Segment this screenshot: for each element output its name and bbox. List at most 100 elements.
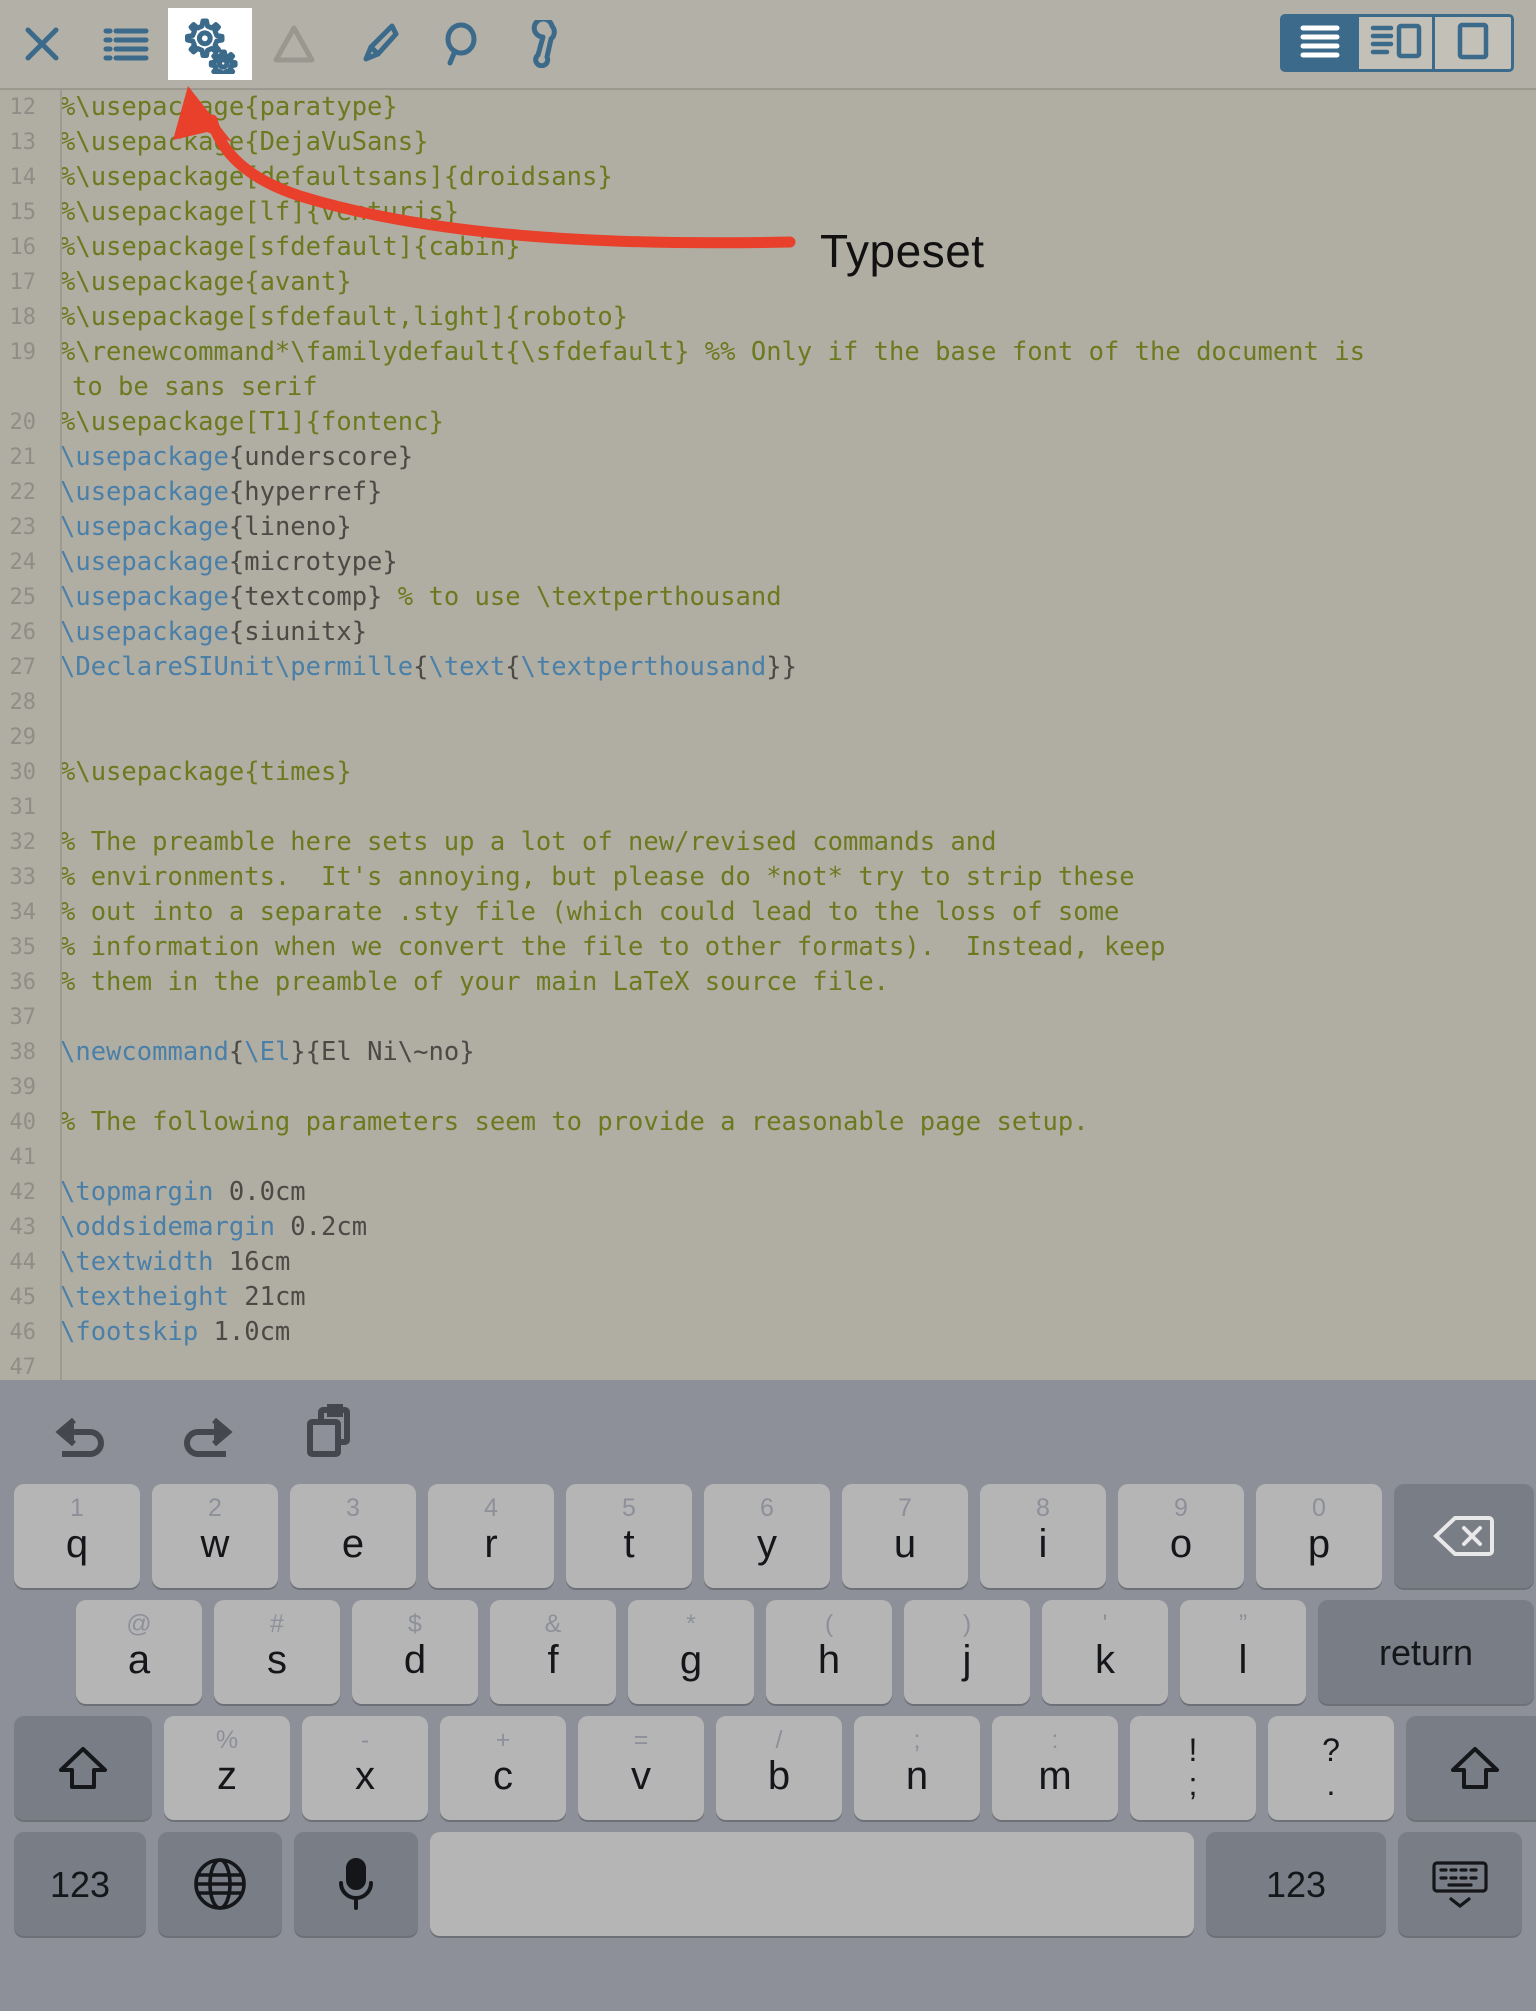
line-content[interactable]: \usepackage{microtype} [48, 545, 398, 580]
code-line[interactable]: 17 %\usepackage{avant} [0, 265, 1536, 300]
key-r[interactable]: 4r [428, 1484, 554, 1588]
line-content[interactable]: %\usepackage[lf]{venturis} [48, 195, 459, 230]
code-line[interactable]: 13 %\usepackage{DejaVuSans} [0, 125, 1536, 160]
split-layout-button[interactable] [1359, 17, 1435, 69]
line-content[interactable]: %\usepackage[T1]{fontenc} [48, 405, 444, 440]
line-content[interactable]: \DeclareSIUnit\permille{\text{\textperth… [48, 650, 797, 685]
line-content[interactable]: %\usepackage{DejaVuSans} [48, 125, 428, 160]
line-content[interactable]: % information when we convert the file t… [48, 930, 1165, 965]
line-content[interactable]: %\usepackage{paratype} [48, 90, 398, 125]
code-line[interactable]: 40 % The following parameters seem to pro… [0, 1105, 1536, 1140]
key-u[interactable]: 7u [842, 1484, 968, 1588]
code-line[interactable]: 28 [0, 685, 1536, 720]
redo-button[interactable] [164, 1394, 248, 1470]
line-content[interactable]: % The preamble here sets up a lot of new… [48, 825, 997, 860]
code-line[interactable]: 38 \newcommand{\El}{El Ni\~no} [0, 1035, 1536, 1070]
undo-button[interactable] [40, 1394, 124, 1470]
code-line[interactable]: 21 \usepackage{underscore} [0, 440, 1536, 475]
globe-key[interactable] [158, 1832, 282, 1936]
keyboard-row-4[interactable]: 123 123 [8, 1832, 1528, 1936]
keyboard-row-3[interactable]: % z - x + c = v / b; n: m!;?. [8, 1716, 1536, 1820]
code-line[interactable]: 27 \DeclareSIUnit\permille{\text{\textper… [0, 650, 1536, 685]
code-line[interactable]: 16 %\usepackage[sfdefault]{cabin} [0, 230, 1536, 265]
line-content[interactable]: \textheight 21cm [48, 1280, 306, 1315]
line-content[interactable]: % out into a separate .sty file (which c… [48, 895, 1119, 930]
code-line[interactable]: 26 \usepackage{siunitx} [0, 615, 1536, 650]
line-content[interactable]: \footskip 1.0cm [48, 1315, 290, 1350]
key-p[interactable]: 0p [1256, 1484, 1382, 1588]
code-editor[interactable]: 12 %\usepackage{paratype} 13 %\usepackage{D… [0, 90, 1536, 1380]
space-key[interactable] [430, 1832, 1194, 1936]
line-content[interactable]: % The following parameters seem to provi… [48, 1105, 1089, 1140]
key-e[interactable]: 3e [290, 1484, 416, 1588]
code-line[interactable]: 43 \oddsidemargin 0.2cm [0, 1210, 1536, 1245]
code-line[interactable]: 19 %\renewcommand*\familydefault{\sfdefau… [0, 335, 1536, 370]
code-line[interactable]: 12 %\usepackage{paratype} [0, 90, 1536, 125]
shift-left-key[interactable] [14, 1716, 152, 1820]
key-s[interactable]: # s [214, 1600, 340, 1704]
hide-keyboard-key[interactable] [1398, 1832, 1522, 1936]
key-o[interactable]: 9o [1118, 1484, 1244, 1588]
code-line[interactable]: 15 %\usepackage[lf]{venturis} [0, 195, 1536, 230]
typeset-button[interactable] [168, 8, 252, 80]
microphone-key[interactable] [294, 1832, 418, 1936]
clean-button[interactable] [336, 0, 420, 89]
line-content[interactable]: \usepackage{siunitx} [48, 615, 367, 650]
key-m[interactable]: :m [992, 1716, 1118, 1820]
key-?.[interactable]: ?. [1268, 1716, 1394, 1820]
key-c[interactable]: + c [440, 1716, 566, 1820]
line-content[interactable]: \usepackage{lineno} [48, 510, 352, 545]
code-line[interactable]: 25 \usepackage{textcomp} % to use \textpe… [0, 580, 1536, 615]
key-w[interactable]: 2w [152, 1484, 278, 1588]
code-line[interactable]: 35 % information when we convert the file… [0, 930, 1536, 965]
code-line-wrapped[interactable]: to be sans serif [0, 370, 1536, 405]
code-line[interactable]: 45 \textheight 21cm [0, 1280, 1536, 1315]
key-z[interactable]: % z [164, 1716, 290, 1820]
code-line[interactable]: 20 %\usepackage[T1]{fontenc} [0, 405, 1536, 440]
key-k[interactable]: ' k [1042, 1600, 1168, 1704]
key-x[interactable]: -x [302, 1716, 428, 1820]
code-line[interactable]: 36 % them in the preamble of your main La… [0, 965, 1536, 1000]
line-content[interactable]: % them in the preamble of your main LaTe… [48, 965, 889, 1000]
key-a[interactable]: @ a [76, 1600, 202, 1704]
code-line[interactable]: 46 \footskip 1.0cm [0, 1315, 1536, 1350]
backspace-key[interactable] [1394, 1484, 1534, 1588]
key-t[interactable]: 5t [566, 1484, 692, 1588]
key-b[interactable]: / b [716, 1716, 842, 1820]
line-content[interactable]: % environments. It's annoying, but pleas… [48, 860, 1135, 895]
code-line[interactable]: 22 \usepackage{hyperref} [0, 475, 1536, 510]
line-content[interactable]: %\usepackage[defaultsans]{droidsans} [48, 160, 613, 195]
code-line[interactable]: 47 [0, 1350, 1536, 1380]
shift-right-key[interactable] [1406, 1716, 1536, 1820]
key-l[interactable]: ” l [1180, 1600, 1306, 1704]
key-y[interactable]: 6y [704, 1484, 830, 1588]
line-content[interactable]: %\usepackage{avant} [48, 265, 352, 300]
code-line[interactable]: 31 [0, 790, 1536, 825]
line-content[interactable]: \topmargin 0.0cm [48, 1175, 306, 1210]
line-content[interactable]: \newcommand{\El}{El Ni\~no} [48, 1035, 475, 1070]
settings-button[interactable] [504, 0, 588, 89]
key-h[interactable]: (h [766, 1600, 892, 1704]
line-content[interactable]: %\renewcommand*\familydefault{\sfdefault… [48, 335, 1365, 370]
close-button[interactable] [0, 0, 84, 89]
navigate-button[interactable] [84, 0, 168, 89]
key-j[interactable]: ) j [904, 1600, 1030, 1704]
code-line[interactable]: 39 [0, 1070, 1536, 1105]
onscreen-keyboard[interactable]: 1q2w3e4r5t6y7u8i9o0p @ a # s $ d & f * g(h) j ' k” l r… [0, 1380, 1536, 2011]
numbers-left-key[interactable]: 123 [14, 1832, 146, 1936]
keyboard-row-1[interactable]: 1q2w3e4r5t6y7u8i9o0p [8, 1484, 1534, 1588]
key-f[interactable]: & f [490, 1600, 616, 1704]
layout-segmented-control[interactable] [1280, 14, 1514, 72]
code-line[interactable]: 30 %\usepackage{times} [0, 755, 1536, 790]
line-content[interactable]: %\usepackage{times} [48, 755, 352, 790]
return-key[interactable]: return [1318, 1600, 1534, 1704]
editor-only-layout-button[interactable] [1283, 17, 1359, 69]
preview-only-layout-button[interactable] [1435, 17, 1511, 69]
code-line[interactable]: 24 \usepackage{microtype} [0, 545, 1536, 580]
code-lines-container[interactable]: 12 %\usepackage{paratype} 13 %\usepackage{D… [0, 90, 1536, 1380]
numbers-right-key[interactable]: 123 [1206, 1832, 1386, 1936]
code-line[interactable]: 23 \usepackage{lineno} [0, 510, 1536, 545]
key-n[interactable]: ; n [854, 1716, 980, 1820]
line-content[interactable]: %\usepackage[sfdefault]{cabin} [48, 230, 521, 265]
code-line[interactable]: 41 [0, 1140, 1536, 1175]
